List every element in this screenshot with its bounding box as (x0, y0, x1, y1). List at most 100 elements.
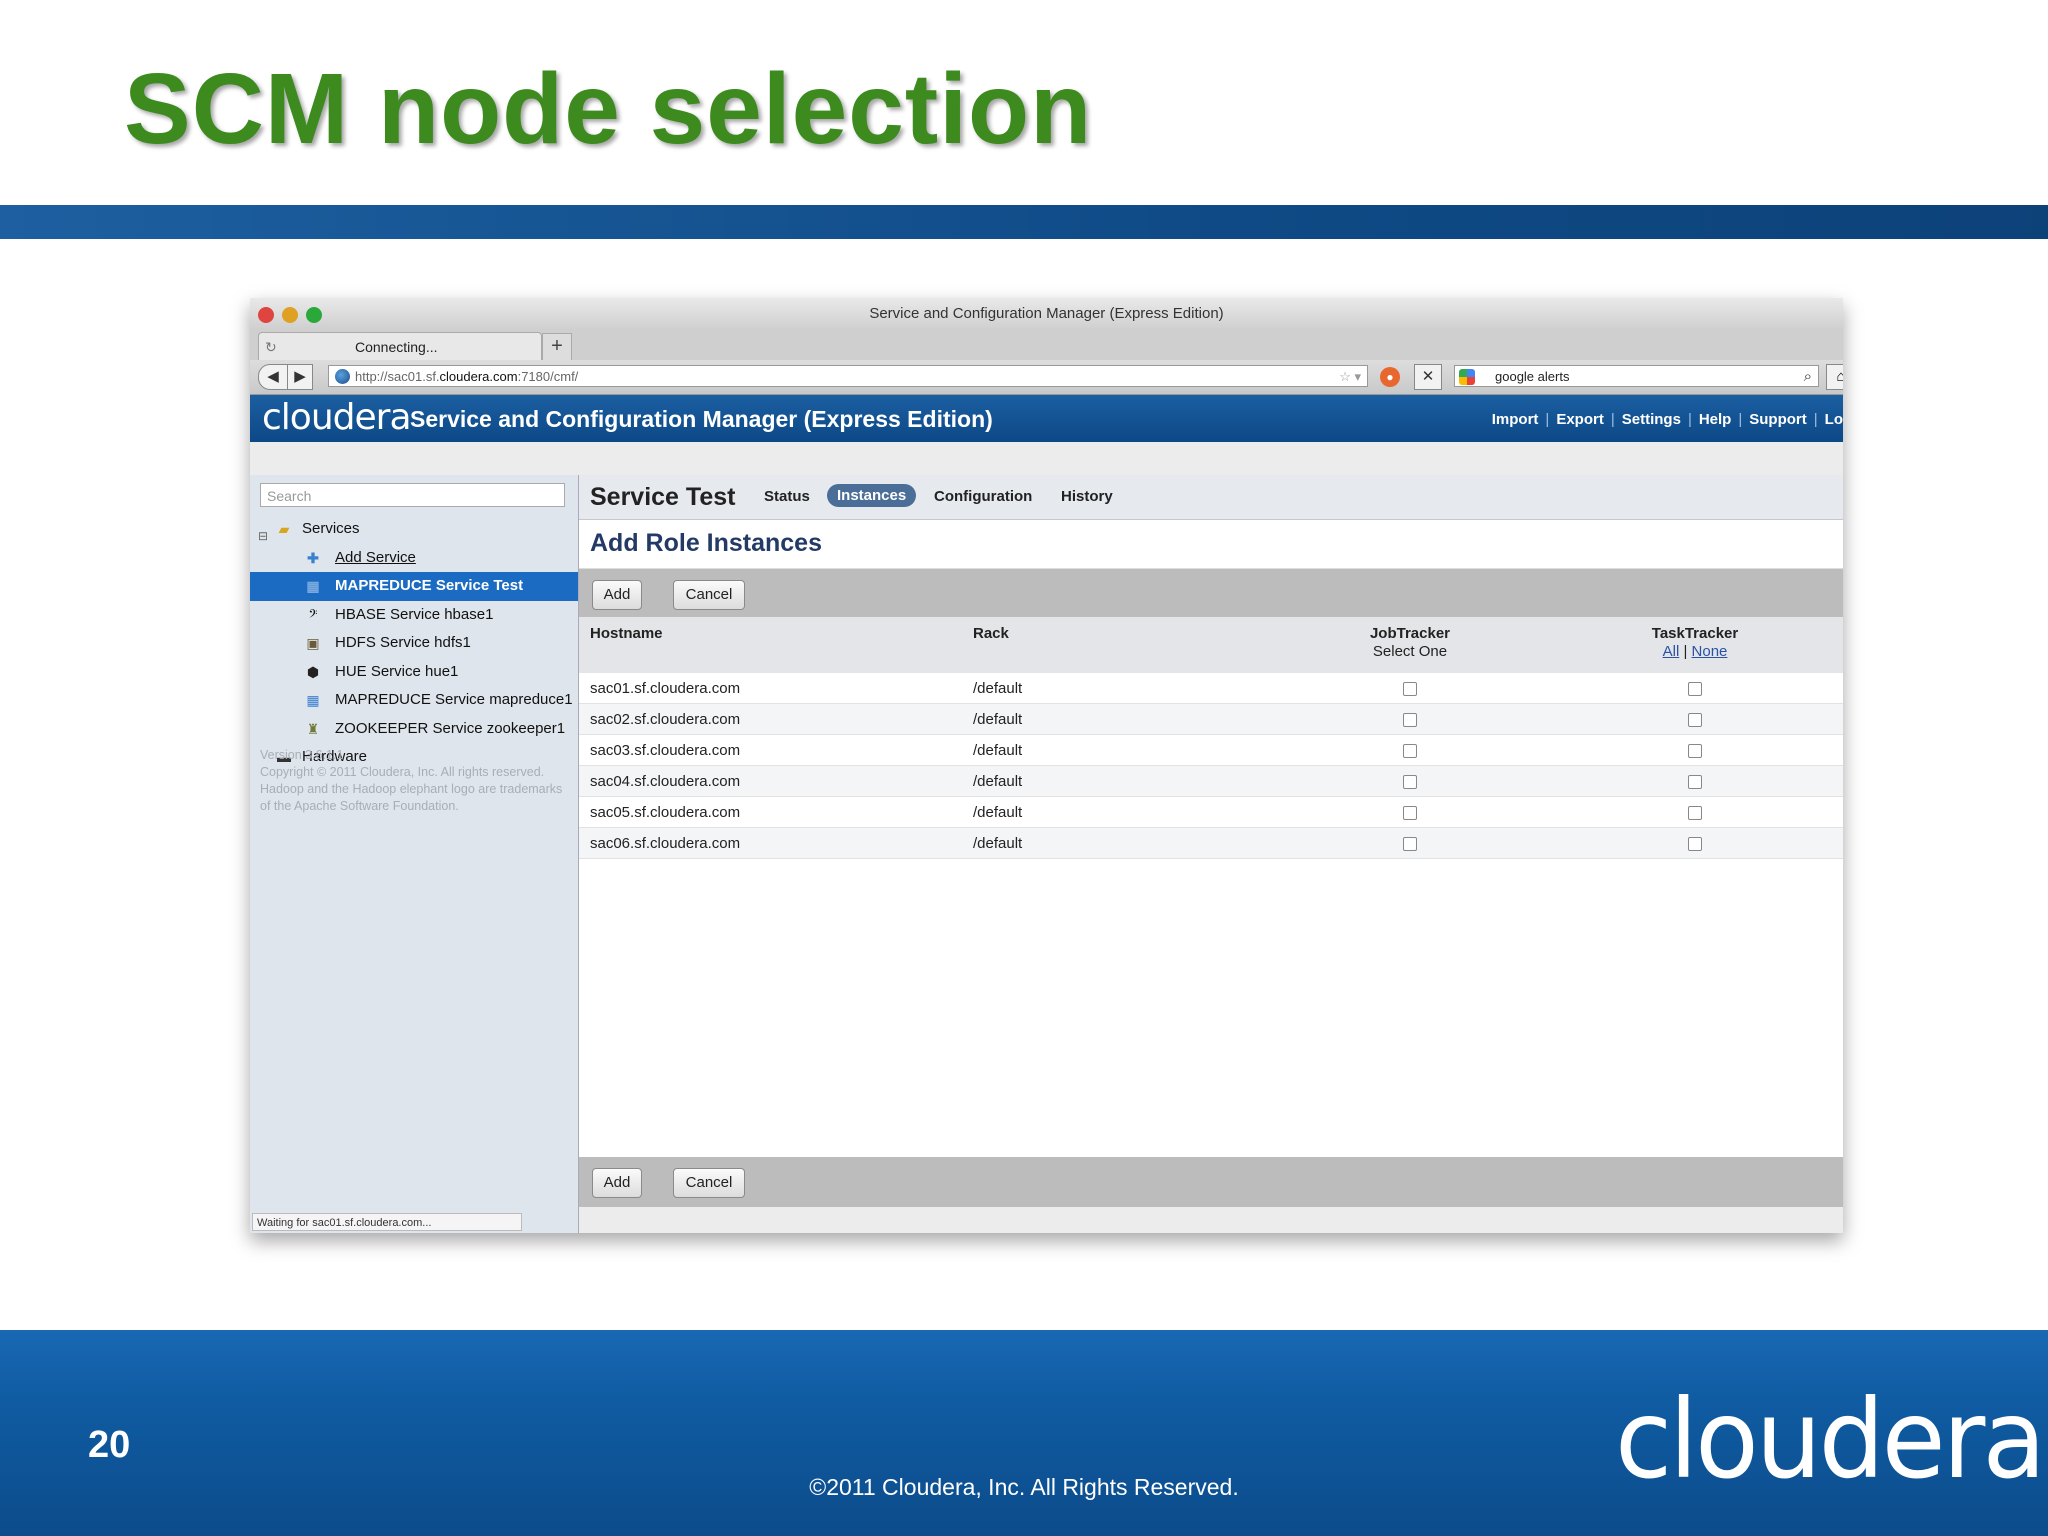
tab-bar: ↻ Connecting... + (250, 330, 1843, 361)
table-row: sac05.sf.cloudera.com/default (579, 796, 1843, 828)
globe-icon (335, 369, 350, 384)
version-text: Version 3.6.1.1 (260, 748, 344, 762)
url-host: cloudera.com (439, 369, 518, 384)
tab-configuration[interactable]: Configuration (934, 488, 1032, 505)
jobtracker-checkbox[interactable] (1403, 774, 1417, 789)
tasktracker-checkbox[interactable] (1688, 836, 1702, 851)
tasktracker-checkbox[interactable] (1688, 743, 1702, 758)
table-row: sac06.sf.cloudera.com/default (579, 827, 1843, 859)
page-number: 20 (88, 1424, 131, 1466)
link-settings[interactable]: Settings (1622, 411, 1681, 428)
hostname-cell: sac04.sf.cloudera.com (579, 765, 973, 797)
tasktracker-cell (1547, 703, 1843, 735)
tasktracker-checkbox[interactable] (1688, 681, 1702, 696)
add-button-bottom[interactable]: Add (592, 1168, 642, 1198)
link-export[interactable]: Export (1556, 411, 1604, 428)
new-tab-button[interactable]: + (542, 333, 572, 361)
cancel-button-bottom[interactable]: Cancel (673, 1168, 745, 1198)
rack-cell: /default (973, 673, 1273, 704)
tasktracker-checkbox[interactable] (1688, 712, 1702, 727)
back-arrow-icon[interactable]: ◀ (258, 364, 288, 390)
tree-item-hbase[interactable]: 𝄢 HBASE Service hbase1 (250, 601, 578, 630)
top-action-bar: Add Cancel (579, 569, 1843, 617)
jobtracker-cell (1273, 796, 1547, 828)
browser-search-value: google alerts (1495, 369, 1570, 384)
url-bar[interactable]: http://sac01.sf.cloudera.com:7180/cmf/ ☆… (328, 365, 1368, 387)
link-divider: | (1683, 643, 1688, 660)
select-none-link[interactable]: None (1692, 643, 1728, 660)
table-row: sac01.sf.cloudera.com/default (579, 673, 1843, 704)
tab-instances[interactable]: Instances (827, 484, 917, 507)
google-icon (1459, 369, 1475, 385)
bookmark-star-icon[interactable]: ☆ ▾ (1339, 366, 1361, 388)
hostname-cell: sac01.sf.cloudera.com (579, 673, 973, 704)
tab-status[interactable]: Status (764, 488, 810, 505)
jobtracker-checkbox[interactable] (1403, 681, 1417, 696)
browser-window: Service and Configuration Manager (Expre… (250, 298, 1843, 1233)
link-help[interactable]: Help (1699, 411, 1732, 428)
add-role-instances-title: Add Role Instances (590, 529, 822, 557)
tree-item-mapreduce1[interactable]: ▦ MAPREDUCE Service mapreduce1 (250, 686, 578, 715)
tab-history[interactable]: History (1061, 488, 1113, 505)
hbase-icon: 𝄢 (308, 606, 318, 623)
sidebar: Search ⊟ ▰ Services ✚ Add Service ▦ MAPR… (250, 475, 579, 1233)
mapreduce-icon: ▦ (306, 692, 320, 708)
hostname-cell: sac05.sf.cloudera.com (579, 796, 973, 828)
jobtracker-label: JobTracker (1369, 625, 1451, 642)
tree-item-services[interactable]: ⊟ ▰ Services (250, 515, 578, 544)
jobtracker-checkbox[interactable] (1403, 712, 1417, 727)
folder-icon: ▰ (278, 521, 290, 537)
sidebar-info: Version 3.6.1.1 Copyright © 2011 Clouder… (260, 747, 570, 815)
column-hostname: Hostname (579, 617, 973, 673)
tree-label: MAPREDUCE Service Test (335, 577, 524, 594)
add-button[interactable]: Add (592, 580, 642, 610)
forward-arrow-icon[interactable]: ▶ (287, 364, 313, 390)
hostname-cell: sac02.sf.cloudera.com (579, 703, 973, 735)
tasktracker-cell (1547, 765, 1843, 797)
rack-cell: /default (973, 734, 1273, 766)
rack-cell: /default (973, 703, 1273, 735)
app-header: cloudera Service and Configuration Manag… (250, 395, 1843, 442)
search-icon[interactable]: ⌕ (1804, 366, 1812, 388)
hostname-cell: sac03.sf.cloudera.com (579, 734, 973, 766)
cancel-button[interactable]: Cancel (673, 580, 745, 610)
role-header: Add Role Instances (579, 520, 1843, 569)
sidebar-search-input[interactable]: Search (260, 483, 565, 507)
tree-item-mapreduce-test[interactable]: ▦ MAPREDUCE Service Test (250, 572, 578, 601)
home-icon[interactable]: ⌂ (1826, 364, 1843, 390)
link-import[interactable]: Import (1492, 411, 1539, 428)
tree-item-hue[interactable]: ⬢ HUE Service hue1 (250, 658, 578, 687)
zookeeper-icon: ♜ (306, 720, 320, 737)
status-bar: Waiting for sac01.sf.cloudera.com... (252, 1213, 522, 1231)
tree-label: HDFS Service hdfs1 (335, 634, 471, 651)
tree-item-zookeeper[interactable]: ♜ ZOOKEEPER Service zookeeper1 (250, 715, 578, 744)
select-all-link[interactable]: All (1663, 643, 1680, 660)
tasktracker-checkbox[interactable] (1688, 805, 1702, 820)
tasktracker-cell (1547, 827, 1843, 859)
add-service-link[interactable]: Add Service (335, 544, 416, 572)
trademark-text: Hadoop and the Hadoop elephant logo are … (260, 782, 563, 813)
url-prefix: http://sac01.sf. (355, 369, 440, 384)
jobtracker-checkbox[interactable] (1403, 836, 1417, 851)
link-support[interactable]: Support (1749, 411, 1807, 428)
window-title: Service and Configuration Manager (Expre… (869, 305, 1224, 322)
stop-loading-icon[interactable]: ● (1380, 367, 1400, 387)
jobtracker-checkbox[interactable] (1403, 743, 1417, 758)
mapreduce-icon: ▦ (306, 578, 320, 594)
browser-tab[interactable]: ↻ Connecting... (258, 332, 542, 361)
service-bar: Service Test Status Instances Configurat… (579, 475, 1843, 520)
column-tasktracker: TaskTracker All | None (1547, 617, 1843, 673)
close-x-icon[interactable]: ✕ (1414, 364, 1442, 390)
jobtracker-checkbox[interactable] (1403, 805, 1417, 820)
jobtracker-cell (1273, 765, 1547, 797)
tree-item-hdfs[interactable]: ▣ HDFS Service hdfs1 (250, 629, 578, 658)
tree-label: HUE Service hue1 (335, 662, 459, 680)
jobtracker-cell (1273, 703, 1547, 735)
hosts-table: Hostname Rack JobTracker Select One Task… (579, 617, 1843, 859)
tasktracker-checkbox[interactable] (1688, 774, 1702, 789)
tree-item-add-service[interactable]: ✚ Add Service (250, 544, 578, 573)
link-logout[interactable]: Lo (1825, 411, 1843, 428)
browser-search-input[interactable]: google alerts ⌕ (1454, 365, 1819, 387)
app-title: Service and Configuration Manager (Expre… (410, 406, 993, 432)
hue-icon: ⬢ (306, 663, 320, 680)
